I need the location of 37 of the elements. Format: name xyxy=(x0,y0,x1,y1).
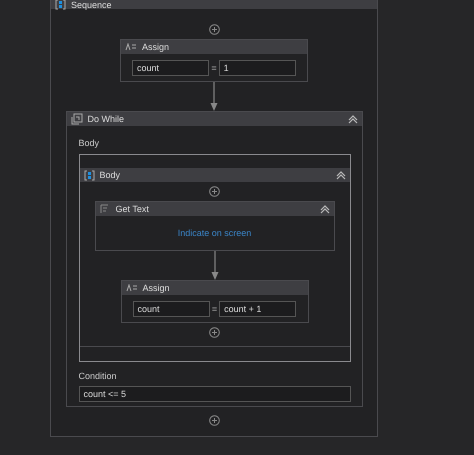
collapse-icon[interactable] xyxy=(336,170,346,180)
collapse-icon[interactable] xyxy=(320,204,330,214)
activity-title: Assign xyxy=(142,283,170,293)
add-activity-icon[interactable] xyxy=(209,186,220,197)
indicate-on-screen-link[interactable]: Indicate on screen xyxy=(178,228,252,238)
flow-arrow xyxy=(210,251,218,280)
assign-activity[interactable]: Assign count = count + 1 xyxy=(120,280,308,323)
equals-sign: = xyxy=(211,63,217,73)
activity-title: Do While xyxy=(88,114,124,124)
get-text-activity[interactable]: Get Text Indicate on screen xyxy=(94,201,334,251)
add-activity-icon[interactable] xyxy=(209,327,220,338)
assign-to-field[interactable]: count xyxy=(132,60,210,76)
flow-arrow xyxy=(210,82,218,111)
activity-title: Body xyxy=(100,170,120,180)
activity-title: Get Text xyxy=(116,204,149,214)
do-while-icon xyxy=(70,113,82,125)
assign-to-field[interactable]: count xyxy=(132,301,210,317)
body-label: Body xyxy=(78,138,100,148)
activity-title: Sequence xyxy=(71,0,112,10)
assign-value-field[interactable]: count + 1 xyxy=(219,301,296,317)
assign-activity[interactable]: Assign count = 1 xyxy=(120,39,308,82)
condition-field[interactable]: count <= 5 xyxy=(78,386,350,402)
assign-value-field[interactable]: 1 xyxy=(218,60,296,76)
body-sequence[interactable]: Body Get Text Indicate on screen Assign count = count + 1 xyxy=(80,168,350,347)
add-activity-icon[interactable] xyxy=(208,24,220,35)
sequence-activity[interactable]: Sequence Assign count = 1 Do While Body Body Get Text Indicate on screen Assign count = count + 1 Condition count <= 5 xyxy=(50,0,378,437)
equals-sign: = xyxy=(212,304,218,314)
do-while-activity[interactable]: Do While Body Body Get Text Indicate on screen Assign count = count + 1 Condition count <= 5 xyxy=(66,111,362,407)
condition-label: Condition xyxy=(78,371,118,381)
sequence-icon xyxy=(84,170,94,180)
add-activity-icon[interactable] xyxy=(208,415,220,426)
collapse-icon[interactable] xyxy=(348,114,358,124)
get-text-icon xyxy=(100,204,110,214)
assign-icon xyxy=(126,284,138,292)
assign-icon xyxy=(125,43,137,51)
sequence-icon xyxy=(55,0,66,10)
activity-title: Assign xyxy=(142,42,170,52)
